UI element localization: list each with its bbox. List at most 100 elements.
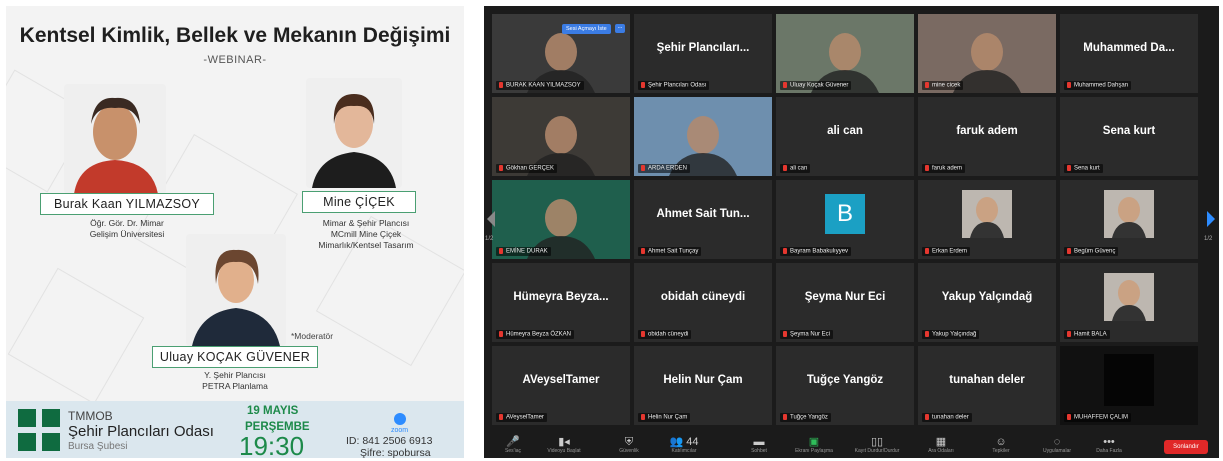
share-screen-icon: ▣ xyxy=(808,436,820,448)
participant-label: Gökhan GERÇEK xyxy=(496,164,558,173)
toolbar-label: Daha Fazla xyxy=(1096,448,1122,454)
chat-button[interactable]: ▬ Sohbet xyxy=(734,436,784,455)
participant-tile[interactable]: Gökhan GERÇEK xyxy=(492,97,630,176)
participant-tile[interactable]: Helin Nur Çam Helin Nur Çam xyxy=(634,346,772,425)
toolbar-label: Tepkiler xyxy=(992,448,1010,454)
zoom-label: zoom xyxy=(391,427,409,434)
zoom-password: Şifre: spobursa xyxy=(360,447,431,458)
toolbar-label: Güvenlik xyxy=(619,448,639,454)
participant-label: EMİNE DURAK xyxy=(496,247,551,256)
participant-label: Yakup Yalçındağ xyxy=(922,330,980,339)
toolbar-label: Ses'iaç xyxy=(505,448,521,454)
muted-mic-icon xyxy=(925,82,929,89)
toolbar-label: Videoyu Başlat xyxy=(547,448,581,454)
muted-mic-icon xyxy=(499,82,503,89)
speaker1-name: Burak Kaan YILMAZSOY xyxy=(40,193,214,215)
participant-tile[interactable]: mine cicek xyxy=(918,14,1056,93)
participant-label: Begüm Güvenç xyxy=(1064,247,1119,256)
participant-tile[interactable]: Muhammed Da... Muhammed Dahşan xyxy=(1060,14,1198,93)
participant-tile[interactable]: Tuğçe Yangöz Tuğçe Yangöz xyxy=(776,346,914,425)
participant-name: Ahmet Sait Tun... xyxy=(656,208,750,220)
participant-label: mine cicek xyxy=(922,81,964,90)
participant-tile[interactable]: BURAK KAAN YILMAZSOY Sesi Açmayı İste... xyxy=(492,14,630,93)
participant-label: Uluay Koçak Güvener xyxy=(780,81,852,90)
captions-icon: ▯▯ xyxy=(870,436,884,448)
participant-tile[interactable]: Uluay Koçak Güvener xyxy=(776,14,914,93)
prev-page-button[interactable] xyxy=(484,204,498,234)
end-meeting-button[interactable]: Sonlandır xyxy=(1164,440,1208,454)
participant-name: AVeyselTamer xyxy=(522,374,600,386)
ask-to-unmute-button[interactable]: Sesi Açmayı İste xyxy=(562,24,611,34)
participant-tile[interactable]: ali can ali can xyxy=(776,97,914,176)
participant-label: Ahmet Sait Tunçay xyxy=(638,247,702,256)
muted-mic-icon xyxy=(499,331,503,338)
shield-icon: ⛨ xyxy=(624,436,634,448)
participant-tile[interactable]: Yakup Yalçındağ Yakup Yalçındağ xyxy=(918,263,1056,342)
participant-tile[interactable]: MUHAFFEM ÇALIM xyxy=(1060,346,1198,425)
right-page-indicator: 1/2 xyxy=(1204,236,1213,242)
participant-tile[interactable]: Şehir Plancıları... Şehir Plancıları Odas… xyxy=(634,14,772,93)
participant-tile[interactable]: Erkan Erdem xyxy=(918,180,1056,259)
breakout-button[interactable]: ▦ Ara Odaları xyxy=(916,436,966,455)
moderator-photo xyxy=(186,234,286,346)
muted-mic-icon xyxy=(783,331,787,338)
more-icon: ••• xyxy=(1103,436,1115,448)
captions-button[interactable]: ▯▯ Kayıt Durdur/Durdur xyxy=(852,436,902,455)
shield-button[interactable]: ⛨ Güvenlik xyxy=(604,436,654,455)
tile-more-button[interactable]: ... xyxy=(615,24,625,33)
participant-tile[interactable]: Sena kurt Sena kurt xyxy=(1060,97,1198,176)
speaker1-photo xyxy=(64,84,166,194)
muted-mic-icon xyxy=(925,414,929,421)
participant-name: Muhammed Da... xyxy=(1083,42,1175,54)
participant-label: Bayram Babakulıyyev xyxy=(780,247,852,256)
toolbar-label: Kayıt Durdur/Durdur xyxy=(854,448,900,454)
participant-tile[interactable]: ARDA ERDEN xyxy=(634,97,772,176)
share-screen-button[interactable]: ▣ Ekranı Paylaşma xyxy=(789,436,839,455)
zoom-logo-icon xyxy=(394,413,406,425)
participant-label: Şeyma Nur Eci xyxy=(780,330,834,339)
muted-mic-icon xyxy=(641,414,645,421)
participant-tile[interactable]: obidah cüneydi obidah cüneydi xyxy=(634,263,772,342)
muted-mic-icon xyxy=(499,248,503,255)
muted-mic-icon xyxy=(641,248,645,255)
participant-tile[interactable]: Begüm Güvenç xyxy=(1060,180,1198,259)
participant-avatar: B xyxy=(825,194,865,234)
participant-tile[interactable]: B Bayram Babakulıyyev xyxy=(776,180,914,259)
org-name-line2: Şehir Plancıları Odası xyxy=(68,423,214,440)
muted-mic-icon xyxy=(1067,248,1071,255)
participant-tile[interactable]: tunahan deler tunahan deler xyxy=(918,346,1056,425)
more-button[interactable]: ••• Daha Fazla xyxy=(1084,436,1134,455)
participant-tile[interactable]: faruk adem faruk adem xyxy=(918,97,1056,176)
moderator-company: PETRA Planlama xyxy=(202,381,268,391)
muted-mic-icon xyxy=(925,165,929,172)
participant-label: Hümeyra Beyza ÖZKAN xyxy=(496,330,575,339)
next-page-button[interactable] xyxy=(1204,204,1218,234)
apps-button[interactable]: ◌ Uygulamalar xyxy=(1032,436,1082,455)
participant-label: MUHAFFEM ÇALIM xyxy=(1064,413,1131,422)
reactions-icon: ☺ xyxy=(995,436,1007,448)
participant-label: AVeyselTamer xyxy=(496,413,547,422)
participant-label: Hamit BALA xyxy=(1064,330,1110,339)
org-name-line1: TMMOB xyxy=(68,409,113,423)
mic-button[interactable]: 🎤 Ses'iaç xyxy=(488,436,538,455)
reactions-button[interactable]: ☺ Tepkiler xyxy=(976,436,1026,455)
participant-tile[interactable]: EMİNE DURAK xyxy=(492,180,630,259)
muted-mic-icon xyxy=(499,165,503,172)
muted-mic-icon xyxy=(1067,414,1071,421)
toolbar-label: Sohbet xyxy=(751,448,767,454)
participants-button[interactable]: 👥 44 Katılımcılar xyxy=(659,436,709,455)
apps-icon: ◌ xyxy=(1053,436,1061,448)
video-button[interactable]: ▮◂ Videoyu Başlat xyxy=(539,436,589,455)
participant-name: ali can xyxy=(827,125,863,137)
participant-label: Erkan Erdem xyxy=(922,247,971,256)
participant-tile[interactable]: Hümeyra Beyza... Hümeyra Beyza ÖZKAN xyxy=(492,263,630,342)
participant-tile[interactable]: AVeyselTamer AVeyselTamer xyxy=(492,346,630,425)
participant-tile[interactable]: Ahmet Sait Tun... Ahmet Sait Tunçay xyxy=(634,180,772,259)
muted-mic-icon xyxy=(925,331,929,338)
moderator-note: *Moderatör xyxy=(291,331,334,341)
muted-mic-icon xyxy=(783,414,787,421)
participant-tile[interactable]: Hamit BALA xyxy=(1060,263,1198,342)
participant-label: Tuğçe Yangöz xyxy=(780,413,831,422)
participant-name: tunahan deler xyxy=(949,374,1025,386)
participant-tile[interactable]: Şeyma Nur Eci Şeyma Nur Eci xyxy=(776,263,914,342)
